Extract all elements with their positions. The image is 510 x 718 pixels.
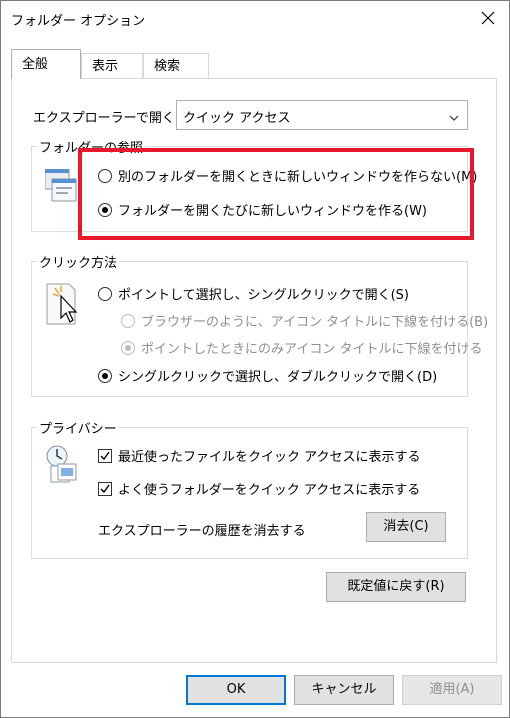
check-frequent-folders[interactable]: よく使うフォルダーをクイック アクセスに表示する — [98, 479, 420, 498]
restore-defaults-button[interactable]: 既定値に戻す(R) — [326, 572, 466, 602]
radio-double-click[interactable]: シングルクリックで選択し、ダブルクリックで開く(D) — [98, 366, 437, 385]
radio-underline-browser-label: ブラウザーのように、アイコン タイトルに下線を付ける(B) — [141, 315, 489, 330]
open-explorer-value: クイック アクセス — [183, 111, 291, 126]
tab-general-label: 全般 — [22, 57, 49, 72]
ok-button[interactable]: OK — [186, 675, 286, 705]
apply-button-label: 適用(A) — [429, 682, 475, 697]
radio-new-window-button[interactable] — [98, 202, 112, 217]
radio-same-window-label: 別のフォルダーを開くときに新しいウィンドウを作らない(M) — [118, 170, 478, 185]
check-recent-files[interactable]: 最近使ったファイルをクイック アクセスに表示する — [98, 446, 420, 465]
check-frequent-folders-box[interactable] — [98, 481, 112, 496]
radio-same-window-button[interactable] — [98, 168, 112, 183]
clock-documents-icon — [45, 444, 79, 488]
clear-history-label: エクスプローラーの履歴を消去する — [98, 524, 306, 539]
tab-search-label: 検索 — [154, 59, 181, 74]
radio-double-click-button[interactable] — [98, 368, 112, 383]
open-explorer-select[interactable]: クイック アクセス — [176, 100, 468, 130]
ok-button-label: OK — [226, 682, 246, 697]
tab-search[interactable]: 検索 — [143, 53, 209, 78]
radio-underline-point: ポイントしたときにのみアイコン タイトルに下線を付ける — [121, 338, 482, 357]
clear-history-button[interactable]: 消去(C) — [366, 512, 446, 542]
radio-underline-point-button — [121, 340, 135, 355]
click-cursor-icon — [45, 282, 79, 330]
radio-new-window[interactable]: フォルダーを開くたびに新しいウィンドウを作る(W) — [98, 200, 427, 219]
radio-double-click-label: シングルクリックで選択し、ダブルクリックで開く(D) — [118, 370, 438, 385]
tab-view-label: 表示 — [92, 59, 119, 74]
radio-underline-point-label: ポイントしたときにのみアイコン タイトルに下線を付ける — [141, 342, 483, 357]
restore-defaults-button-label: 既定値に戻す(R) — [347, 579, 445, 594]
cancel-button[interactable]: キャンセル — [294, 675, 394, 705]
click-items-title: クリック方法 — [37, 252, 120, 271]
radio-single-click-label: ポイントして選択し、シングルクリックで開く(S) — [118, 288, 410, 303]
radio-new-window-label: フォルダーを開くたびに新しいウィンドウを作る(W) — [118, 204, 427, 219]
close-icon[interactable] — [475, 5, 501, 31]
title-bar: フォルダー オプション — [1, 1, 509, 35]
windows-icon — [44, 168, 77, 207]
radio-same-window[interactable]: 別のフォルダーを開くときに新しいウィンドウを作らない(M) — [98, 166, 477, 185]
browse-folders-group — [31, 146, 468, 232]
privacy-title: プライバシー — [37, 418, 119, 437]
radio-single-click[interactable]: ポイントして選択し、シングルクリックで開く(S) — [98, 284, 409, 303]
check-recent-files-box[interactable] — [98, 448, 112, 463]
tab-view[interactable]: 表示 — [81, 53, 143, 78]
browse-folders-title: フォルダーの参照 — [37, 137, 146, 156]
clear-history-button-label: 消去(C) — [383, 519, 429, 534]
chevron-down-icon — [449, 111, 459, 126]
check-frequent-folders-label: よく使うフォルダーをクイック アクセスに表示する — [118, 483, 421, 498]
apply-button: 適用(A) — [402, 675, 502, 705]
check-recent-files-label: 最近使ったファイルをクイック アクセスに表示する — [118, 450, 421, 465]
window-title: フォルダー オプション — [11, 14, 146, 29]
radio-single-click-button[interactable] — [98, 286, 112, 301]
radio-underline-browser-button — [121, 313, 135, 328]
cancel-button-label: キャンセル — [311, 682, 377, 697]
open-explorer-label: エクスプローラーで開く: — [33, 111, 180, 126]
radio-underline-browser: ブラウザーのように、アイコン タイトルに下線を付ける(B) — [121, 311, 488, 330]
tab-general[interactable]: 全般 — [11, 49, 81, 79]
folder-options-dialog: フォルダー オプション 全般 表示 検索 エクスプローラーで開く: クイック ア… — [0, 0, 510, 718]
